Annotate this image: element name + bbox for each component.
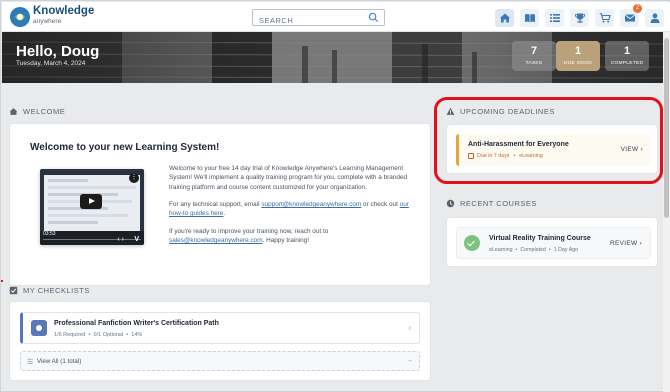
profile-button[interactable] (645, 9, 664, 27)
check-circle-icon (464, 235, 480, 251)
list-icon: ☰ (27, 359, 34, 366)
page-scrollbar[interactable] (663, 32, 670, 392)
mail-icon (624, 14, 635, 22)
checklist-percent: 14% (131, 332, 143, 338)
knowledge-anywhere-logo[interactable] (9, 6, 31, 28)
cart-icon (599, 13, 611, 23)
list-icon (549, 14, 560, 22)
recent-course-type: eLearning (489, 247, 513, 253)
checklist-meta: 1/6 Required • 0/1 Optional • 14% (54, 332, 143, 338)
welcome-video[interactable]: ⋮ 03:53 ‹ › V (40, 169, 144, 245)
chevron-right-icon: › (408, 323, 411, 332)
welcome-section-title: WELCOME (23, 107, 66, 116)
sales-prefix: If you're ready to improve your training… (169, 228, 329, 235)
search-icon[interactable] (368, 12, 379, 23)
completed-stat[interactable]: 1 COMPLETED (605, 41, 649, 71)
checklist-title: Professional Fanfiction Writer's Certifi… (54, 320, 219, 327)
checkbox-icon (9, 286, 18, 295)
book-icon (524, 14, 535, 23)
brand-title: Knowledge (33, 5, 95, 17)
mail-badge: 2 (633, 4, 642, 13)
play-button[interactable] (80, 194, 102, 209)
messages-button[interactable]: 2 (620, 4, 642, 27)
arrow-right-icon: → (406, 357, 413, 364)
search-input[interactable] (253, 13, 363, 28)
welcome-card: Welcome to your new Learning System! ⋮ 0… (9, 123, 431, 286)
recent-courses-card: Virtual Reality Training Course eLearnin… (446, 217, 658, 267)
welcome-paragraph-2: For any technical support, email support… (169, 200, 414, 219)
completed-count: 1 (623, 45, 631, 57)
clock-icon (446, 199, 455, 208)
highlight-annotation (434, 97, 663, 184)
checklist-item[interactable]: Professional Fanfiction Writer's Certifi… (20, 312, 420, 344)
recent-courses-section-header: RECENT COURSES (446, 199, 537, 208)
review-label: REVIEW (609, 240, 638, 247)
user-icon (650, 13, 659, 23)
current-date: Tuesday, March 4, 2024 (16, 60, 86, 67)
checklists-section-header: MY CHECKLISTS (9, 286, 90, 295)
welcome-paragraph-1: Welcome to your free 14 day trial of Kno… (169, 165, 408, 191)
brand-name: Knowledge anywhere (33, 5, 95, 25)
home-icon (9, 108, 18, 115)
support-mid: or check out (361, 201, 400, 208)
due-soon-label: DUE SOON (564, 61, 592, 66)
recent-course-title: Virtual Reality Training Course (489, 235, 591, 242)
welcome-heading: Welcome to your new Learning System! (30, 142, 220, 153)
support-email-link[interactable]: support@knowledgeanywhere.com (261, 201, 361, 208)
video-collapse-icon[interactable]: ‹ › (117, 236, 124, 243)
due-soon-stat[interactable]: 1 DUE SOON (556, 41, 600, 71)
tasks-label: TASKS (525, 61, 543, 66)
view-all-checklists-button[interactable]: ☰ View All (1 total) → (20, 351, 420, 371)
home-button[interactable] (495, 9, 514, 27)
completed-label: COMPLETED (610, 61, 644, 66)
recent-course-item[interactable]: Virtual Reality Training Course eLearnin… (456, 227, 651, 259)
achievements-button[interactable] (570, 9, 589, 27)
recent-courses-section-title: RECENT COURSES (460, 199, 537, 208)
greeting: Hello, Doug (16, 43, 100, 60)
sales-email-link[interactable]: sales@knowledgeanywhere.com (169, 237, 263, 244)
cart-button[interactable] (595, 9, 614, 27)
checklist-optional: 0/1 Optional (93, 332, 124, 338)
annotation-mark (1, 280, 3, 282)
video-menu-icon[interactable]: ⋮ (129, 173, 139, 183)
app-window: Knowledge anywhere SEARCH 2 Hello, Doug … (0, 0, 670, 392)
hero-banner: Hello, Doug Tuesday, March 4, 2024 7 TAS… (2, 32, 670, 83)
welcome-section-header: WELCOME (9, 107, 65, 116)
video-duration: 03:53 (43, 231, 56, 237)
recent-course-status: Completed (520, 247, 546, 253)
view-all-label: View All (1 total) (37, 358, 82, 365)
home-icon (499, 13, 510, 23)
welcome-paragraph-3: If you're ready to improve your training… (169, 227, 414, 246)
support-prefix: For any technical support, email (169, 201, 262, 208)
sales-suffix: . Happy training! (262, 237, 310, 245)
checklists-card: Professional Fanfiction Writer's Certifi… (9, 301, 431, 381)
recent-course-meta: eLearning • Completed • 1 Day Ago (489, 247, 579, 253)
tasks-stat[interactable]: 7 TASKS (512, 41, 556, 71)
video-progress-bar[interactable] (43, 238, 141, 240)
recent-course-when: 1 Day Ago (553, 247, 579, 253)
checklist-required: 1/6 Required (54, 332, 86, 338)
trophy-icon (574, 13, 585, 23)
curriculum-button[interactable] (545, 9, 564, 27)
search-box (252, 9, 385, 28)
review-button[interactable]: REVIEW › (610, 240, 642, 247)
checklists-section-title: MY CHECKLISTS (23, 286, 90, 295)
checklist-icon (31, 320, 47, 336)
support-suffix: . (223, 210, 226, 218)
vimeo-logo[interactable]: V (134, 236, 139, 243)
due-soon-count: 1 (574, 45, 582, 57)
scrollbar-thumb[interactable] (664, 38, 669, 218)
catalog-button[interactable] (520, 9, 539, 27)
top-bar: Knowledge anywhere SEARCH 2 (2, 2, 670, 32)
brand-subtitle: anywhere (33, 17, 62, 25)
tasks-count: 7 (530, 45, 538, 57)
